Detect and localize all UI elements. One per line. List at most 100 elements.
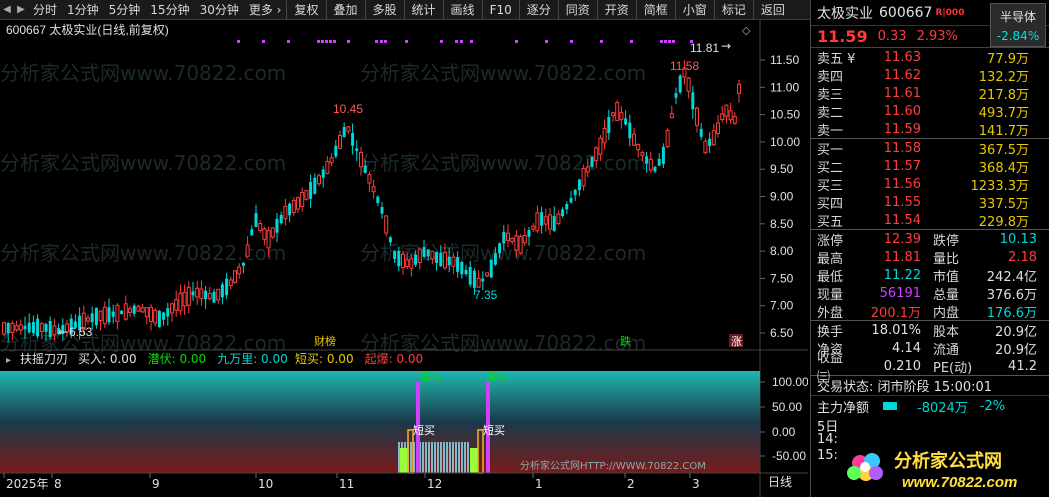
- bid-row[interactable]: 买五 11.54 229.8万: [811, 211, 1049, 230]
- tab-30min[interactable]: 30分钟: [195, 0, 244, 20]
- tab-more[interactable]: 更多 ›: [244, 0, 287, 20]
- candle-body: [157, 310, 161, 328]
- period-label[interactable]: 日线: [768, 475, 792, 489]
- tab-1min[interactable]: 1分钟: [62, 0, 104, 20]
- mark-10-45: 10.45: [333, 102, 363, 116]
- industry-box[interactable]: 半导体 -2.84%: [990, 3, 1046, 47]
- nav-left-icon[interactable]: ◀: [0, 4, 14, 15]
- candle-body: [309, 181, 313, 199]
- tab-15min[interactable]: 15分钟: [145, 0, 194, 20]
- candle-body: [351, 132, 355, 146]
- kline-svg[interactable]: 600667 太极实业(日线,前复权) ◇ 分析家公式网www.70822.co…: [0, 20, 808, 497]
- restore-right-button[interactable]: 复权: [286, 0, 325, 20]
- indicator-name[interactable]: 扶摇刀刃: [20, 351, 68, 366]
- tab-5min[interactable]: 5分钟: [104, 0, 146, 20]
- candle-body: [619, 112, 624, 121]
- price-tick: 11.00: [770, 80, 799, 94]
- simple-frame-button[interactable]: 简框: [635, 0, 675, 20]
- bid-row[interactable]: 买二 11.57 368.4万: [811, 157, 1049, 176]
- bid-row[interactable]: 买一 11.58 367.5万: [811, 139, 1049, 158]
- draw-line-button[interactable]: 画线: [442, 0, 482, 20]
- settings-icon[interactable]: ◇: [742, 24, 751, 37]
- tab-timeshare[interactable]: 分时: [28, 0, 62, 20]
- signal-dot: [317, 40, 320, 43]
- signal-dot: [515, 40, 518, 43]
- bid-label: 买五: [817, 214, 844, 230]
- candle-body: [485, 272, 489, 277]
- ask-row[interactable]: 卖五 ¥ 11.63 77.9万: [811, 48, 1049, 67]
- chart-area[interactable]: 600667 太极实业(日线,前复权) ◇ 分析家公式网www.70822.co…: [0, 20, 808, 497]
- candle-body: [153, 309, 158, 324]
- same-asset-button[interactable]: 同资: [557, 0, 597, 20]
- ask-label: 卖五 ¥: [817, 51, 856, 67]
- candle-body: [102, 306, 107, 324]
- event-label-down[interactable]: 跌: [620, 334, 631, 348]
- stat-value: 11.22: [883, 267, 921, 283]
- ask-row[interactable]: 卖二 11.60 493.7万: [811, 102, 1049, 121]
- event-label-up[interactable]: 涨: [731, 335, 742, 348]
- small-window-button[interactable]: 小窗: [674, 0, 714, 20]
- signal-dot: [440, 40, 443, 43]
- candle-body: [615, 102, 620, 121]
- candle-body: [296, 197, 300, 210]
- signal-dot: [405, 40, 408, 43]
- candle-body: [136, 305, 141, 312]
- ask-volume: 132.2万: [978, 69, 1029, 85]
- bid-price: 11.58: [883, 140, 921, 156]
- stat-key: 内盘: [933, 305, 960, 321]
- date-tick: 11: [339, 477, 354, 491]
- overlay-button[interactable]: 叠加: [325, 0, 365, 20]
- signal-dot: [329, 40, 332, 43]
- watermark-text: 分析家公式网www.70822.com: [0, 61, 286, 85]
- stat-row: 换手 18.01% 股本 20.9亿: [811, 321, 1049, 340]
- mark-button[interactable]: 标记: [713, 0, 753, 20]
- candle-body: [732, 116, 737, 124]
- ask-row[interactable]: 卖四 11.62 132.2万: [811, 66, 1049, 85]
- candle-body: [435, 251, 439, 263]
- candle-body: [522, 234, 527, 244]
- candle-body: [6, 322, 10, 334]
- candle-body: [518, 236, 523, 254]
- date-tick: 1: [535, 477, 543, 491]
- candle-body: [414, 254, 418, 265]
- indicator-bar: [431, 442, 433, 473]
- ask-row[interactable]: 卖一 11.59 141.7万: [811, 120, 1049, 139]
- nav-right-icon[interactable]: ▶: [14, 4, 28, 15]
- back-button[interactable]: 返回: [752, 0, 792, 20]
- candle-body: [645, 156, 649, 164]
- step-minute-button[interactable]: 逐分: [518, 0, 558, 20]
- candle-body: [359, 152, 363, 168]
- ask-row[interactable]: 卖三 11.61 217.8万: [811, 84, 1049, 103]
- indicator-collapse-icon[interactable]: ▸: [6, 355, 11, 366]
- price-tick: 11.50: [770, 53, 799, 67]
- ask-label: 卖一: [817, 123, 844, 139]
- candle-body: [632, 133, 636, 146]
- candle-body: [422, 247, 426, 257]
- ask-volume: 217.8万: [978, 87, 1029, 103]
- candle-body: [199, 288, 204, 300]
- open-asset-button[interactable]: 开资: [596, 0, 636, 20]
- quote-panel: 太极实业 600667 R|000 半导体 -2.84% 11.59 0.33 …: [810, 0, 1049, 497]
- stats-button[interactable]: 统计: [403, 0, 443, 20]
- bid-row[interactable]: 买三 11.56 1233.3万: [811, 175, 1049, 194]
- candle-body: [207, 293, 212, 300]
- multi-stock-button[interactable]: 多股: [364, 0, 404, 20]
- candle-body: [304, 190, 309, 200]
- stat-key: 股本: [933, 324, 960, 340]
- signal-dot: [384, 40, 387, 43]
- indicator-value: 九万里: 0.00: [217, 352, 288, 366]
- candle-body: [653, 166, 657, 172]
- signal-dot: [237, 40, 240, 43]
- candle-body: [216, 288, 221, 301]
- candle-body: [481, 278, 485, 282]
- bid-row[interactable]: 买四 11.55 337.5万: [811, 193, 1049, 212]
- bid-volume: 368.4万: [978, 160, 1029, 176]
- stat-value: 20.9亿: [995, 324, 1037, 340]
- f10-button[interactable]: F10: [481, 0, 519, 20]
- event-label-fin[interactable]: 财榜: [314, 334, 336, 348]
- ask-price: 11.63: [883, 49, 921, 65]
- bid-book: 买一 11.58 367.5万 买二 11.57 368.4万 买三 11.56 1233.3万…: [811, 139, 1049, 230]
- bid-volume: 229.8万: [978, 214, 1029, 230]
- indicator-value: 起爆: 0.00: [365, 352, 424, 366]
- candle-body: [489, 259, 493, 278]
